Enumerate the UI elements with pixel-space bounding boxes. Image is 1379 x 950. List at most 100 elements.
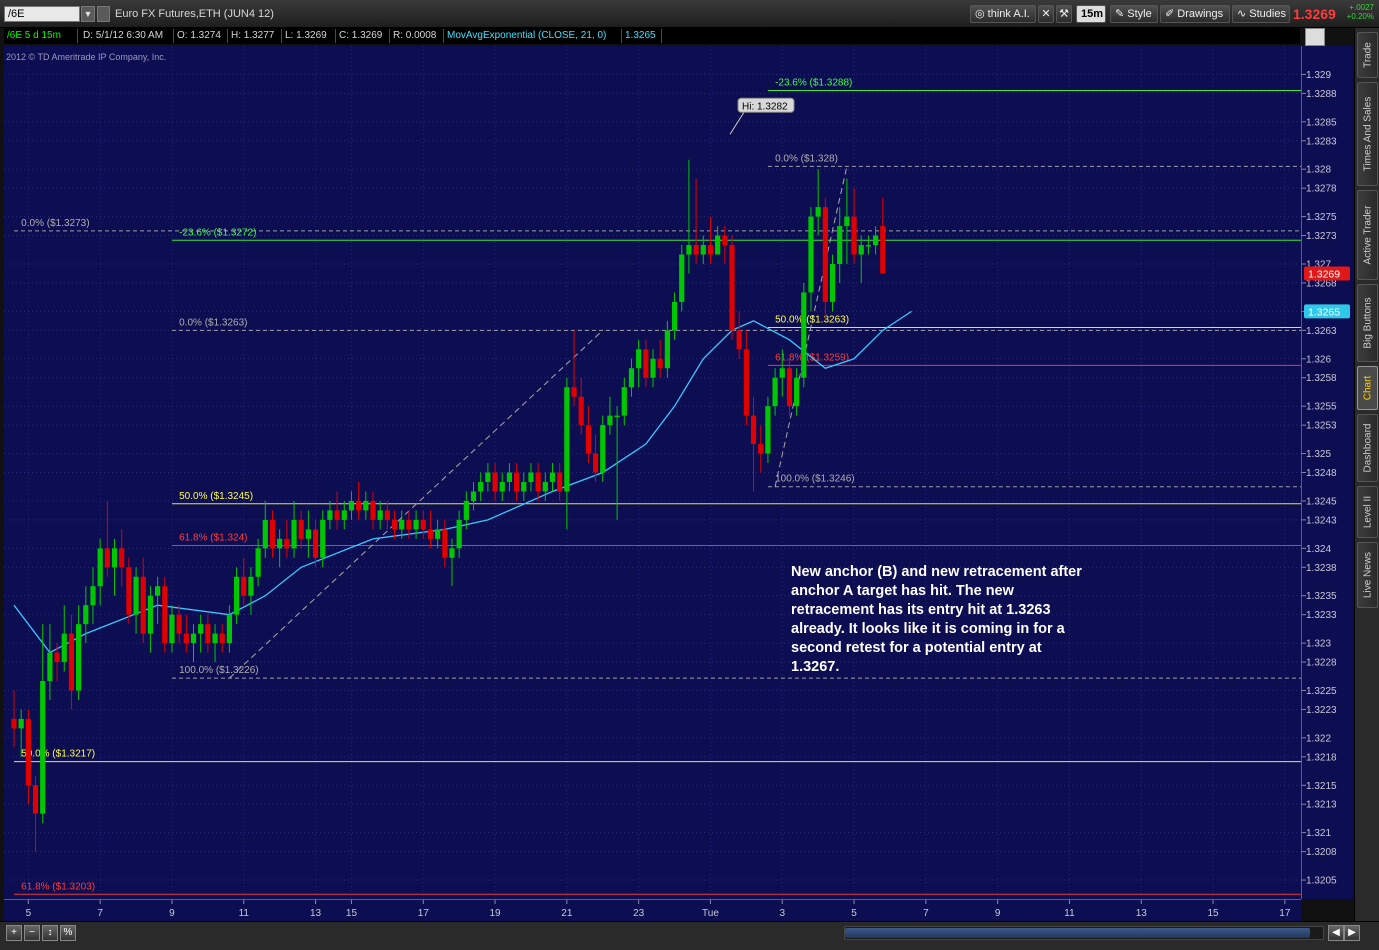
candle-body — [233, 576, 240, 615]
candle — [248, 567, 254, 615]
side-tab-label: Big Buttons — [1362, 297, 1373, 349]
candle-body — [729, 245, 735, 331]
high-bubble-label: Hi: 1.3282 — [742, 101, 788, 112]
candle-body — [83, 605, 89, 625]
time-scrollbar[interactable] — [844, 926, 1324, 940]
side-tab-times-and-sales[interactable]: Times And Sales — [1357, 82, 1378, 186]
candle — [865, 235, 872, 255]
link-icon[interactable] — [97, 6, 110, 22]
candle-body — [312, 529, 319, 558]
candle-body — [521, 481, 527, 492]
style-corner-icon[interactable] — [1305, 28, 1325, 46]
price-plot-svg: 0.0% ($1.3273) 50.0% ($1.3217) 61.8% ($1.3… — [4, 46, 1301, 899]
candle — [327, 500, 333, 530]
y-tick-label: 1.3273 — [1306, 231, 1337, 242]
candle-body — [614, 415, 620, 418]
candle-body — [815, 207, 821, 217]
side-tab-chart[interactable]: Chart — [1357, 366, 1378, 410]
candle — [104, 500, 110, 577]
pencil-icon: ✐ — [1165, 8, 1175, 20]
percent-button[interactable]: % — [60, 925, 76, 941]
side-tab-live-news[interactable]: Live News — [1357, 542, 1378, 608]
fib-label: 100.0% ($1.3226) — [179, 665, 259, 676]
style-button[interactable]: ✎ Style — [1110, 5, 1158, 23]
crosshair-icon[interactable]: ✕ — [1038, 5, 1054, 23]
candle-body — [636, 349, 642, 369]
side-tab-trade[interactable]: Trade — [1357, 32, 1378, 78]
scroll-thumb[interactable] — [845, 928, 1310, 938]
last-price: 1.3269 — [1293, 6, 1336, 22]
side-tab-active-trader[interactable]: Active Trader — [1357, 190, 1378, 280]
candle-body — [269, 519, 276, 549]
symbol-dropdown-icon[interactable]: ▼ — [81, 6, 95, 22]
fib-label: -23.6% ($1.3288) — [775, 78, 852, 89]
candle-body — [420, 519, 426, 530]
candle-body — [693, 245, 699, 255]
x-tick-label: 13 — [1136, 908, 1148, 919]
interval-button[interactable]: 15m — [1076, 5, 1106, 23]
candle — [851, 188, 857, 264]
candle-body — [76, 624, 82, 691]
price-plot[interactable]: 0.0% ($1.3273) 50.0% ($1.3217) 61.8% ($1.3… — [4, 46, 1301, 899]
y-tick-label: 1.323 — [1306, 639, 1331, 650]
candle-body — [198, 624, 204, 634]
candle-body — [169, 614, 175, 644]
candle-body — [549, 472, 556, 482]
fit-icon[interactable]: ↕ — [42, 925, 58, 941]
y-tick-label: 1.3288 — [1306, 89, 1337, 100]
zoom-out-icon[interactable]: − — [24, 925, 40, 941]
think-ai-button[interactable]: ◎ think A.I. — [970, 5, 1036, 23]
candle-body — [463, 500, 469, 520]
side-tab-dashboard[interactable]: Dashboard — [1357, 414, 1378, 482]
price-axis[interactable]: 1.329 1.3288 1.3285 1.3283 1.328 1.3278 1.3275… — [1301, 46, 1353, 899]
candle-body — [514, 472, 520, 492]
scroll-left-icon[interactable]: ◀ — [1328, 925, 1344, 941]
y-tick-label: 1.3235 — [1306, 591, 1337, 602]
scroll-right-icon[interactable]: ▶ — [1344, 925, 1360, 941]
candle — [11, 690, 17, 748]
wrench-icon[interactable]: ⚒ — [1056, 5, 1072, 23]
candle-body — [571, 387, 577, 397]
candle-body — [54, 652, 60, 663]
candle-body — [334, 510, 340, 520]
candle-body — [722, 235, 728, 246]
candle — [298, 510, 304, 549]
y-tick-label: 1.3223 — [1306, 705, 1337, 716]
candle — [241, 557, 247, 606]
candle-body — [736, 330, 742, 350]
side-tab-big-buttons[interactable]: Big Buttons — [1357, 284, 1378, 362]
y-tick-label: 1.3283 — [1306, 136, 1337, 147]
y-tick-label: 1.3218 — [1306, 752, 1337, 763]
candle — [90, 567, 96, 625]
candle — [837, 207, 843, 283]
candle-body — [829, 263, 836, 302]
candle — [76, 605, 82, 700]
candle-body — [61, 633, 67, 663]
candle-body — [442, 529, 448, 558]
candle — [356, 481, 362, 520]
candle-body — [391, 519, 398, 530]
candle — [549, 463, 556, 492]
side-tab-level-ii[interactable]: Level II — [1357, 486, 1378, 538]
side-tab-label: Active Trader — [1362, 205, 1373, 265]
drawings-button[interactable]: ✐ Drawings — [1160, 5, 1230, 23]
time-axis[interactable]: 5 7 9 11 13 15 17 19 21 23 Tue 3 5 7 9 11 13 15 17 — [4, 899, 1301, 921]
candle-body — [743, 349, 749, 416]
y-tick-label: 1.3228 — [1306, 658, 1337, 669]
symbol-input[interactable]: /6E — [4, 6, 80, 22]
studies-button[interactable]: ∿ Studies — [1232, 5, 1290, 23]
y-tick-label: 1.3215 — [1306, 781, 1337, 792]
x-tick-label: 11 — [239, 908, 250, 919]
candle-body — [664, 330, 670, 369]
candle-body — [255, 548, 261, 577]
candle — [571, 330, 577, 407]
x-tick-label: 21 — [561, 908, 573, 919]
candle-body — [449, 548, 455, 558]
candle — [32, 775, 39, 852]
zoom-in-icon[interactable]: + — [6, 925, 22, 941]
candle-body — [241, 576, 247, 596]
candle-body — [348, 500, 355, 511]
candle-body — [786, 368, 793, 407]
candle — [686, 159, 692, 274]
annotation-note: New anchor (B) and new retracement after… — [791, 564, 1082, 675]
